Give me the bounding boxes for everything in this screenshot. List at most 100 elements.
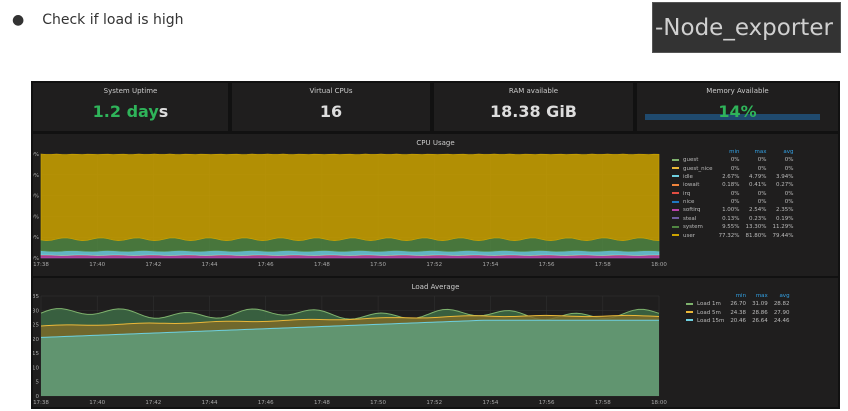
x-tick-label: 17:42 (145, 262, 161, 268)
x-tick-label: 18:00 (651, 400, 667, 406)
stat-value: 18.38 GiB (490, 102, 577, 121)
x-tick-label: 17:40 (89, 400, 105, 406)
legend-min: 0% (730, 199, 740, 206)
legend-label: guest (683, 157, 699, 164)
bullet-dot: ● (12, 12, 25, 28)
legend-swatch-icon (672, 175, 679, 178)
legend-header-min[interactable]: min (716, 148, 743, 156)
legend-header-min[interactable]: min (727, 292, 749, 300)
legend-label: Load 1m (697, 301, 721, 308)
legend-max: 26.64 (752, 317, 768, 324)
stat-virtual-cpus[interactable]: Virtual CPUs 16 (232, 83, 430, 131)
legend-min: 0.18% (722, 182, 740, 189)
legend-item-user[interactable]: user 77.32% 81.80% 79.44% (669, 231, 797, 239)
y-tick-label: 35 (33, 294, 39, 300)
legend-max: 0% (757, 165, 767, 172)
x-tick-label: 17:58 (595, 262, 611, 268)
legend-avg: 0% (784, 190, 794, 197)
bullet-text: Check if load is high (42, 12, 184, 28)
legend-avg: 0% (784, 157, 794, 164)
legend-item-guest-nice[interactable]: guest_nice 0% 0% 0% (669, 164, 797, 172)
legend-swatch-icon (686, 311, 693, 314)
stat-value: 1.2 day (92, 102, 159, 121)
stat-value: 16 (319, 102, 343, 121)
y-tick-label: 100% (33, 152, 39, 158)
legend-avg: 0.19% (776, 215, 794, 222)
legend-min: 1.00% (722, 207, 740, 214)
legend-min: 2.67% (722, 173, 740, 180)
legend-label: Load 5m (697, 309, 721, 316)
legend-item-load-15m[interactable]: Load 15m 20.46 26.64 24.46 (683, 317, 793, 325)
legend-max: 28.86 (752, 309, 768, 316)
legend-item-iowait[interactable]: iowait 0.18% 0.41% 0.27% (669, 181, 797, 189)
y-tick-label: 0 (36, 394, 40, 400)
legend-max: 0% (757, 157, 767, 164)
load-average-panel: Load Average 17:38 17:40 17:42 17:44 17:46 17… (33, 278, 838, 407)
stat-title: Memory Available (706, 87, 769, 95)
legend-item-nice[interactable]: nice 0% 0% 0% (669, 198, 797, 206)
legend-label: steal (683, 215, 697, 222)
legend-swatch-icon (672, 192, 679, 195)
legend-avg: 0% (784, 165, 794, 172)
legend-swatch-icon (672, 183, 679, 186)
x-tick-label: 17:52 (426, 262, 442, 268)
legend-item-guest[interactable]: guest 0% 0% 0% (669, 156, 797, 164)
legend-max: 13.30% (745, 224, 767, 231)
legend-min: 26.70 (730, 301, 747, 308)
legend-label: iowait (683, 182, 700, 189)
stat-system-uptime[interactable]: System Uptime 1.2 days (33, 83, 228, 131)
x-tick-label: 17:46 (258, 262, 274, 268)
legend-item-steal[interactable]: steal 0.13% 0.23% 0.19% (669, 215, 797, 223)
stat-memory-available[interactable]: Memory Available 14% (637, 83, 838, 131)
legend-min: 0% (730, 157, 740, 164)
legend-swatch-icon (672, 200, 679, 203)
legend-swatch-icon (672, 234, 679, 237)
legend-label: idle (683, 173, 693, 180)
legend-item-load-5m[interactable]: Load 5m 24.38 28.86 27.90 (683, 308, 793, 316)
legend-header-avg[interactable]: avg (770, 148, 797, 156)
load-average-chart: 17:38 17:40 17:42 17:44 17:46 17:48 17:50 17:52… (33, 294, 667, 406)
load-legend: min max avg Load 1m 26.70 31.09 28.82 Load 5m 24… (683, 292, 793, 325)
legend-max: 2.54% (749, 207, 767, 214)
legend-swatch-icon (672, 167, 679, 170)
bullet-item: ● Check if load is high (12, 12, 184, 28)
legend-item-system[interactable]: system 9.55% 13.30% 11.29% (669, 223, 797, 231)
x-tick-label: 17:38 (33, 400, 49, 406)
legend-max: 31.09 (752, 301, 768, 308)
y-tick-label: 20 (33, 337, 39, 343)
x-tick-label: 17:46 (258, 400, 274, 406)
y-tick-label: 30 (33, 308, 39, 314)
legend-item-idle[interactable]: idle 2.67% 4.79% 3.94% (669, 173, 797, 181)
legend-item-irq[interactable]: irq 0% 0% 0% (669, 190, 797, 198)
cpu-series-system (40, 237, 660, 252)
y-tick-label: 15 (33, 351, 39, 357)
y-tick-label: 80% (33, 173, 39, 179)
cpu-series-user (40, 153, 660, 241)
cpu-usage-chart: 17:38 17:40 17:42 17:44 17:46 17:48 17:50 17:52… (33, 152, 667, 268)
legend-item-softirq[interactable]: softirq 1.00% 2.54% 2.35% (669, 206, 797, 214)
legend-min: 0% (730, 165, 740, 172)
legend-label: user (683, 232, 695, 239)
legend-min: 9.55% (722, 224, 740, 231)
legend-min: 0.13% (722, 215, 740, 222)
legend-avg: 2.35% (776, 207, 794, 214)
legend-max: 0% (757, 190, 767, 197)
cpu-legend: min max avg guest 0% 0% 0% guest_nice 0% 0% 0% idle… (669, 148, 797, 240)
legend-header-max[interactable]: max (743, 148, 770, 156)
legend-header-max[interactable]: max (749, 292, 771, 300)
x-tick-label: 17:48 (314, 400, 330, 406)
x-tick-label: 17:44 (202, 262, 218, 268)
y-tick-label: 20% (33, 235, 39, 241)
stat-title: System Uptime (103, 87, 158, 95)
legend-min: 77.32% (718, 232, 740, 239)
stat-title: RAM available (508, 87, 559, 95)
legend-min: 24.38 (730, 309, 747, 316)
stat-ram-available[interactable]: RAM available 18.38 GiB (434, 83, 633, 131)
legend-label: system (683, 224, 703, 231)
stat-value-suffix: s (158, 102, 169, 121)
legend-header-avg[interactable]: avg (771, 292, 793, 300)
legend-item-load-1m[interactable]: Load 1m 26.70 31.09 28.82 (683, 300, 793, 308)
legend-max: 0% (757, 199, 767, 206)
stat-title: Virtual CPUs (309, 87, 353, 95)
x-tick-label: 17:52 (426, 400, 442, 406)
